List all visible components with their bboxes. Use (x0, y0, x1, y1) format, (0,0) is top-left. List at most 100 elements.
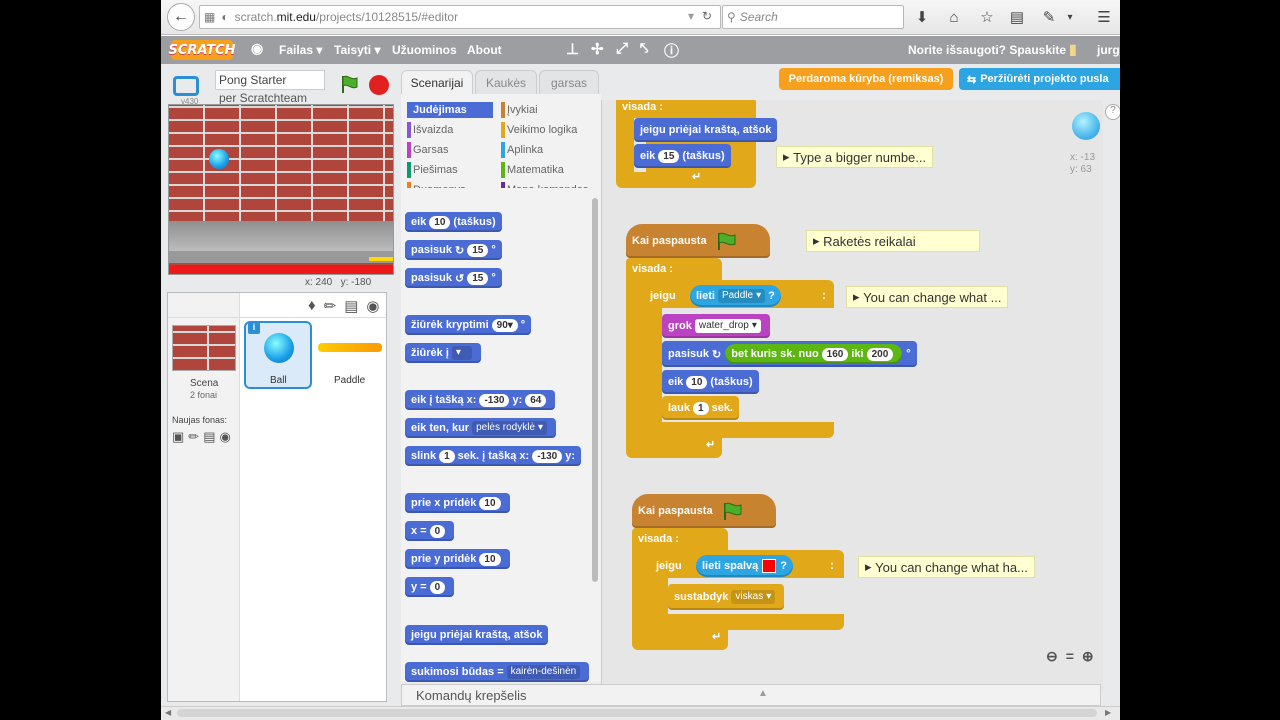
extension-icon[interactable]: ✎ (1038, 6, 1060, 28)
sprite-tile-paddle[interactable]: Paddle (314, 321, 384, 389)
palette-set-x-block[interactable]: x = 0 (405, 521, 455, 541)
palette-scrollbar[interactable] (592, 198, 598, 582)
sprite-library-icon[interactable]: ♦ (308, 297, 316, 315)
menu-edit[interactable]: Taisyti ▾ (334, 43, 380, 57)
palette-point-towards-block[interactable]: žiūrėk į ▾ (405, 343, 481, 363)
stop-icon[interactable] (369, 75, 389, 95)
palette-change-x-block[interactable]: prie x pridėk 10 (405, 493, 510, 513)
zoom-out-icon[interactable]: ⊖ (1046, 648, 1058, 665)
reading-list-icon[interactable]: ▤ (1006, 6, 1028, 28)
menu-tips[interactable]: Užuominos (392, 43, 457, 57)
info-icon[interactable]: i (248, 322, 260, 334)
comment-change-what[interactable]: ▸ You can change what ... (846, 286, 1009, 308)
palette-set-y-block[interactable]: y = 0 (405, 577, 455, 597)
move-10-block[interactable]: eik 10 (taškus) (662, 370, 759, 394)
fullscreen-icon[interactable] (173, 76, 199, 96)
palette-turn-right-block[interactable]: pasisuk ↻ 15 ° (405, 240, 502, 260)
category-events[interactable]: Įvykiai (501, 102, 597, 118)
scratch-logo[interactable]: SCRATCH (168, 40, 236, 60)
category-pen[interactable]: Piešimas (407, 162, 493, 178)
cut-tool-icon[interactable]: ✢ (591, 40, 604, 58)
tab-sounds[interactable]: garsas (539, 70, 599, 94)
dropdown-icon[interactable]: ▾ (688, 9, 694, 23)
search-box[interactable]: ⚲ Search (722, 5, 904, 29)
when-flag-hat-block-3[interactable]: Kai paspausta (632, 494, 776, 528)
menu-about[interactable]: About (467, 43, 502, 57)
comment-paddle-stuff[interactable]: ▸ Raketės reikalai (806, 230, 980, 252)
url-bar[interactable]: ▦ ◐ scratch. mit.edu/projects/10128515/#e… (199, 5, 721, 29)
palette-move-block[interactable]: eik 10 (taškus) (405, 212, 502, 232)
username[interactable]: jurgi (1097, 43, 1120, 57)
tab-costumes[interactable]: Kaukės (475, 70, 537, 94)
horizontal-scrollbar[interactable]: ◀ ▶ (161, 706, 1120, 720)
palette-point-direction-block[interactable]: žiūrėk kryptimi 90▾ ° (405, 315, 532, 335)
scroll-right-icon: ▶ (1105, 708, 1112, 717)
palette-bounce-block[interactable]: jeigu priėjai kraštą, atšok (405, 625, 549, 645)
bookmark-star-icon[interactable]: ☆ (976, 6, 998, 28)
when-flag-hat-block-2[interactable]: Kai paspausta (626, 224, 770, 258)
reload-icon[interactable]: ↻ (702, 9, 712, 23)
home-icon[interactable]: ⌂ (943, 6, 965, 28)
extension-menu-icon[interactable]: ▾ (1063, 6, 1077, 28)
backdrop-camera-icon[interactable]: ◉ (220, 429, 231, 445)
remix-button[interactable]: Perdaroma kūryba (remiksas) (779, 68, 953, 90)
stage-canvas[interactable] (168, 104, 394, 275)
category-operators[interactable]: Matematika (501, 162, 597, 178)
play-sound-block[interactable]: grok water_drop ▾ (662, 314, 770, 338)
duplicate-tool-icon[interactable]: ⊥ (566, 40, 579, 58)
turn-random-block[interactable]: pasisuk ↻ bet kuris sk. nuo 160 iki 200 ° (662, 341, 917, 367)
see-project-page-button[interactable]: ⇆ Peržiūrėti projekto pusla (959, 68, 1120, 90)
script-move-15-block[interactable]: eik 15 (taškus) (634, 144, 731, 168)
scroll-thumb[interactable] (177, 709, 1097, 717)
help-circle-icon[interactable]: ? (1105, 104, 1120, 120)
paint-sprite-icon[interactable]: ✏ (324, 297, 337, 315)
green-flag-icon[interactable] (339, 74, 359, 94)
ball-sprite[interactable] (209, 149, 229, 169)
zoom-in-icon[interactable]: ⊕ (1082, 648, 1094, 665)
comment-change-what-happens[interactable]: ▸ You can change what ha... (858, 556, 1035, 578)
category-looks[interactable]: Išvaizda (407, 122, 493, 138)
paint-backdrop-icon[interactable]: ✏ (188, 429, 199, 445)
save-prompt[interactable]: Norite išsaugoti? Spauskite (908, 43, 1066, 57)
script-bounce-block[interactable]: jeigu priėjai kraštą, atšok (634, 118, 778, 142)
zoom-reset-icon[interactable]: = (1066, 648, 1074, 665)
script-area[interactable]: visada : jeigu priėjai kraštą, atšok eik… (601, 100, 1103, 690)
menu-file[interactable]: Failas ▾ (279, 43, 322, 57)
upload-backdrop-icon[interactable]: ▤ (203, 429, 215, 445)
palette-rotation-style-block[interactable]: sukimosi būdas = kairėn-dešinėn (405, 662, 590, 682)
camera-icon[interactable]: ◉ (366, 297, 379, 315)
grow-tool-icon[interactable]: ⤢ (616, 40, 628, 57)
wait-block[interactable]: lauk 1 sek. (662, 396, 739, 420)
backdrop-library-icon[interactable]: ▣ (172, 429, 184, 445)
pick-random-block[interactable]: bet kuris sk. nuo 160 iki 200 (725, 344, 903, 364)
palette-glide-block[interactable]: slink 1 sek. į tašką x: -130 y: (405, 446, 581, 466)
menu-icon[interactable]: ☰ (1093, 6, 1115, 28)
upload-sprite-icon[interactable]: ▤ (344, 297, 358, 315)
stage-header: v430 Pong Starter per Scratchteam (167, 70, 393, 106)
project-title-input[interactable]: Pong Starter (215, 70, 325, 90)
category-sound[interactable]: Garsas (407, 142, 493, 158)
palette-goto-block[interactable]: eik ten, kur pelės rodyklė ▾ (405, 418, 557, 438)
back-button[interactable]: ← (167, 3, 195, 31)
paddle-sprite[interactable] (369, 257, 393, 261)
category-control[interactable]: Veikimo logika (501, 122, 597, 138)
shrink-tool-icon[interactable]: ⤣ (640, 40, 648, 57)
stop-all-block[interactable]: sustabdyk viskas ▾ (668, 584, 785, 610)
tab-scripts[interactable]: Scenarijai (401, 70, 473, 94)
palette-turn-left-block[interactable]: pasisuk ↺ 15 ° (405, 268, 502, 288)
palette-goto-xy-block[interactable]: eik į tašką x: -130 y: 64 (405, 390, 556, 410)
language-globe-icon[interactable]: ◉ (251, 40, 263, 57)
sprite-tile-ball[interactable]: i Ball (244, 321, 312, 389)
category-sensing[interactable]: Aplinka (501, 142, 597, 158)
help-icon[interactable]: ⓘ (664, 40, 679, 61)
backpack-bar[interactable]: Komandų krepšelis ▲ (401, 684, 1101, 706)
category-motion[interactable]: Judėjimas (407, 102, 493, 118)
scene-thumbnail[interactable] (172, 325, 236, 371)
comment-bigger-number[interactable]: ▸ Type a bigger numbe... (776, 146, 934, 168)
download-icon[interactable]: ⬇ (911, 6, 933, 28)
expand-up-icon[interactable]: ▲ (758, 688, 768, 699)
touching-color-block[interactable]: lieti spalvą? (696, 555, 793, 577)
touching-paddle-block[interactable]: lieti Paddle ▾? (690, 285, 781, 307)
folder-icon[interactable]: ▮ (1069, 41, 1077, 58)
palette-change-y-block[interactable]: prie y pridėk 10 (405, 549, 510, 569)
